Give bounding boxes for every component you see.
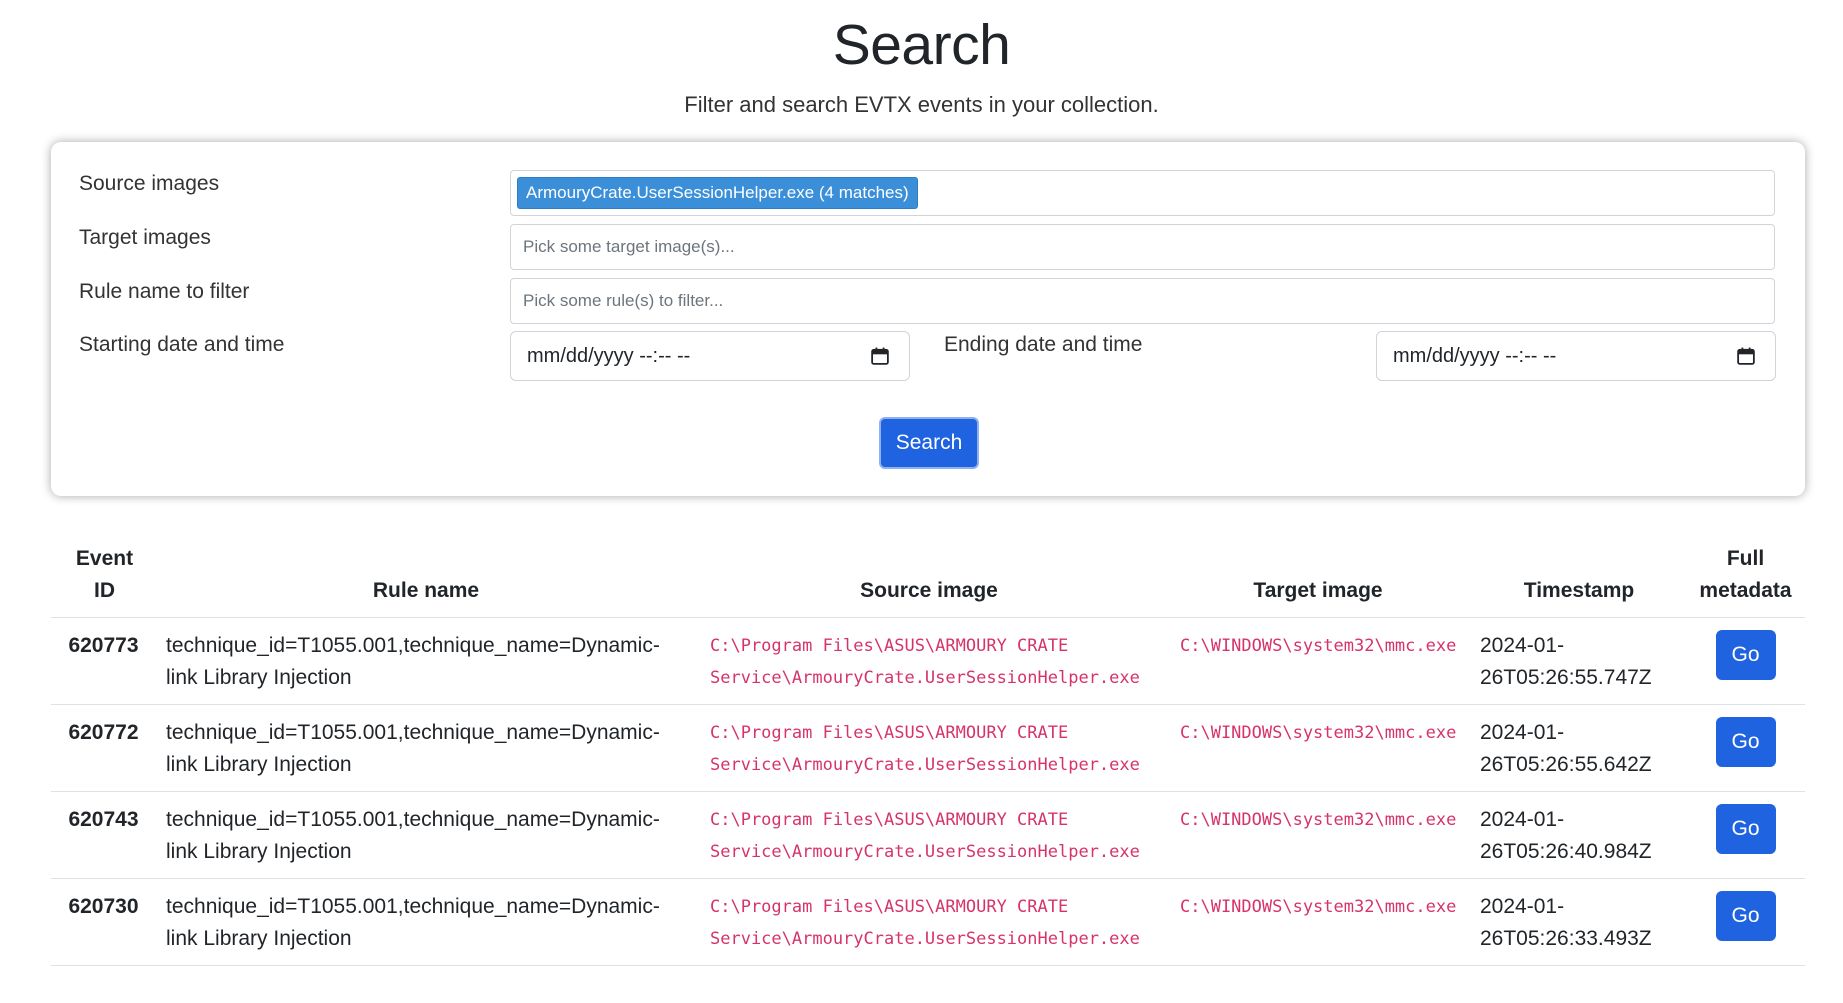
rule-name-placeholder: Pick some rule(s) to filter... [523, 291, 724, 310]
source-image: C:\Program Files\ASUS\ARMOURY CRATE Serv… [694, 791, 1164, 879]
target-images-placeholder: Pick some target image(s)... [523, 237, 735, 256]
go-button[interactable]: Go [1715, 717, 1776, 767]
go-button[interactable]: Go [1715, 804, 1776, 854]
target-image: C:\WINDOWS\system32\mmc.exe [1164, 617, 1472, 705]
rule-name: technique_id=T1055.001,technique_name=Dy… [158, 791, 694, 879]
header-target-image: Target image [1164, 543, 1472, 618]
event-id: 620772 [51, 704, 158, 792]
metadata-cell: Go [1686, 704, 1805, 792]
source-image: C:\Program Files\ASUS\ARMOURY CRATE Serv… [694, 617, 1164, 705]
header-rule-name: Rule name [158, 543, 694, 618]
timestamp: 2024-01-26T05:26:33.493Z [1472, 878, 1686, 966]
end-datetime-value: mm/dd/yyyy --:-- -- [1393, 345, 1557, 367]
header-event-id: Event ID [51, 543, 158, 618]
table-row: 620772 technique_id=T1055.001,technique_… [51, 704, 1805, 792]
header-source-image: Source image [694, 543, 1164, 618]
event-id: 620743 [51, 791, 158, 879]
source-image: C:\Program Files\ASUS\ARMOURY CRATE Serv… [694, 878, 1164, 966]
event-id: 620730 [51, 878, 158, 966]
end-datetime-input[interactable]: mm/dd/yyyy --:-- -- [1376, 331, 1776, 381]
source-images-select[interactable]: ArmouryCrate.UserSessionHelper.exe (4 ma… [510, 170, 1775, 216]
target-image: C:\WINDOWS\system32\mmc.exe [1164, 878, 1472, 966]
calendar-icon[interactable] [871, 347, 889, 365]
source-image-tag[interactable]: ArmouryCrate.UserSessionHelper.exe (4 ma… [517, 177, 918, 209]
start-datetime-value: mm/dd/yyyy --:-- -- [527, 345, 691, 367]
table-row: 620730 technique_id=T1055.001,technique_… [51, 878, 1805, 966]
page-subtitle: Filter and search EVTX events in your co… [684, 92, 1159, 117]
header-timestamp: Timestamp [1472, 543, 1686, 618]
end-datetime-label: Ending date and time [944, 333, 1143, 356]
start-datetime-input[interactable]: mm/dd/yyyy --:-- -- [510, 331, 910, 381]
calendar-icon[interactable] [1737, 347, 1755, 365]
rule-name-label: Rule name to filter [79, 280, 250, 303]
rule-name: technique_id=T1055.001,technique_name=Dy… [158, 617, 694, 705]
table-row: 620743 technique_id=T1055.001,technique_… [51, 791, 1805, 879]
page-title: Search [832, 13, 1011, 77]
search-button[interactable]: Search [879, 417, 979, 469]
target-images-label: Target images [79, 226, 211, 249]
filter-card: Source images ArmouryCrate.UserSessionHe… [51, 142, 1805, 496]
table-header-row: Event ID Rule name Source image Target im… [51, 543, 1805, 618]
table-row: 620773 technique_id=T1055.001,technique_… [51, 617, 1805, 705]
start-datetime-label: Starting date and time [79, 333, 285, 356]
header-full-metadata: Full metadata [1686, 543, 1805, 618]
timestamp: 2024-01-26T05:26:40.984Z [1472, 791, 1686, 879]
event-id: 620773 [51, 617, 158, 705]
results-table: Event ID Rule name Source image Target im… [51, 543, 1805, 966]
metadata-cell: Go [1686, 617, 1805, 705]
target-image: C:\WINDOWS\system32\mmc.exe [1164, 704, 1472, 792]
source-image: C:\Program Files\ASUS\ARMOURY CRATE Serv… [694, 704, 1164, 792]
rule-name-select[interactable]: Pick some rule(s) to filter... [510, 278, 1775, 324]
metadata-cell: Go [1686, 791, 1805, 879]
timestamp: 2024-01-26T05:26:55.747Z [1472, 617, 1686, 705]
target-image: C:\WINDOWS\system32\mmc.exe [1164, 791, 1472, 879]
metadata-cell: Go [1686, 878, 1805, 966]
timestamp: 2024-01-26T05:26:55.642Z [1472, 704, 1686, 792]
target-images-select[interactable]: Pick some target image(s)... [510, 224, 1775, 270]
go-button[interactable]: Go [1715, 891, 1776, 941]
rule-name: technique_id=T1055.001,technique_name=Dy… [158, 878, 694, 966]
go-button[interactable]: Go [1715, 630, 1776, 680]
source-images-label: Source images [79, 172, 220, 195]
rule-name: technique_id=T1055.001,technique_name=Dy… [158, 704, 694, 792]
